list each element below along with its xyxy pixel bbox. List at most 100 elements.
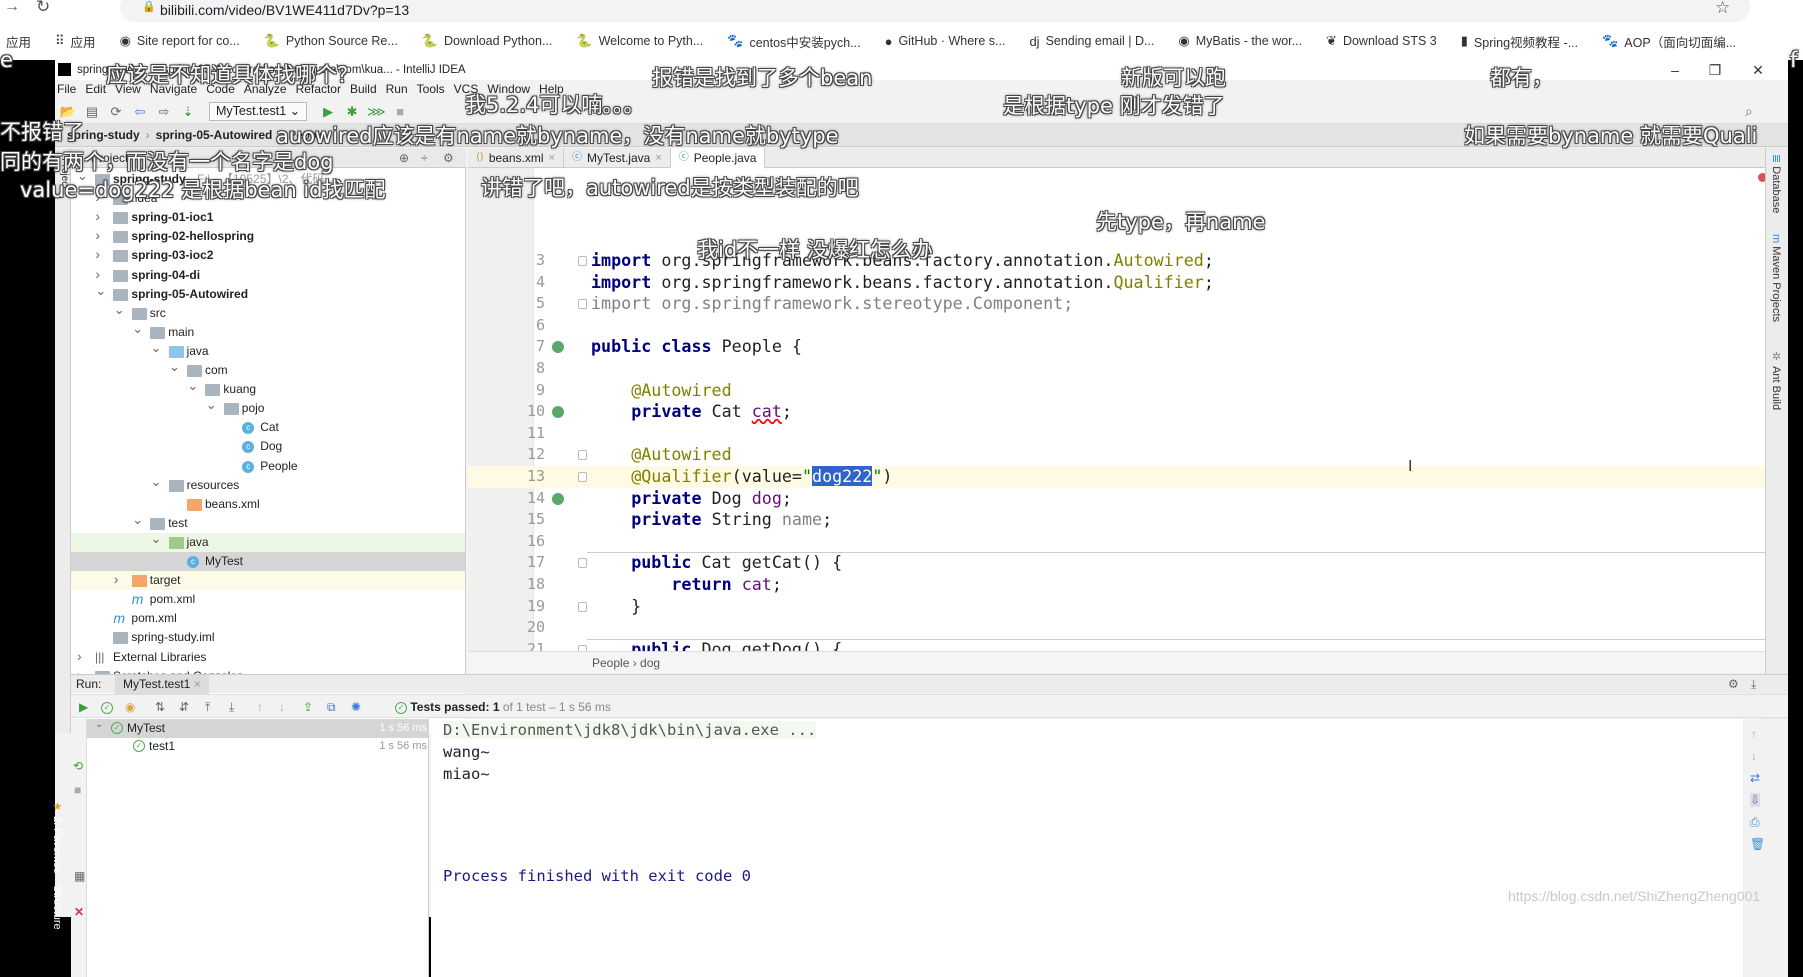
layout-icon[interactable]: ▦: [74, 869, 85, 883]
menu-edit[interactable]: Edit: [85, 80, 106, 99]
tree-item[interactable]: › spring-02-hellospring: [71, 226, 465, 246]
fold-marker-icon[interactable]: [578, 256, 587, 266]
chevron-down-icon[interactable]: ⌄: [132, 510, 143, 529]
chevron-down-icon[interactable]: ⌄: [132, 319, 143, 338]
chevron-right-icon[interactable]: ›: [95, 245, 105, 264]
tab-mytest-java[interactable]: ⓒ MyTest.java ×: [564, 148, 671, 168]
close-tab-icon[interactable]: ×: [655, 148, 661, 168]
tree-item[interactable]: ⌄ java: [71, 531, 465, 552]
settings-icon[interactable]: ⚙: [1728, 675, 1739, 694]
bookmark[interactable]: 🐍 Download Python...: [412, 33, 567, 49]
bookmark[interactable]: 🐍 Welcome to Pyth...: [566, 33, 717, 49]
expand-all-icon[interactable]: ⤒: [205, 695, 210, 719]
bookmark[interactable]: ⠿ 应用: [45, 32, 110, 51]
toggle-auto-test-icon[interactable]: ⟲: [73, 759, 83, 773]
next-icon[interactable]: ↓: [279, 695, 285, 719]
chevron-right-icon[interactable]: ›: [114, 570, 124, 589]
star-icon[interactable]: ☆: [1715, 0, 1730, 18]
minimize-icon[interactable]: –: [1655, 60, 1695, 80]
scroll-to-end-icon[interactable]: ⇩: [1750, 793, 1761, 807]
favorites-tool[interactable]: ★ 2: Favorites: [51, 800, 64, 874]
search-icon[interactable]: ⌕: [1745, 103, 1753, 120]
bookmark[interactable]: ▮ Spring视频教程 -...: [1451, 32, 1592, 51]
tree-item[interactable]: › ||| External Libraries: [71, 648, 465, 667]
autowired-icon[interactable]: [552, 406, 564, 419]
tree-item[interactable]: c People: [71, 457, 465, 476]
menu-file[interactable]: File: [57, 80, 76, 99]
tree-item[interactable]: › spring-01-ioc1: [71, 207, 465, 227]
chevron-down-icon[interactable]: ⌄: [95, 715, 105, 734]
test-node[interactable]: ⌄ ✓ MyTest 1 s 56 ms: [87, 719, 429, 738]
tree-item[interactable]: ⌄ java: [71, 340, 465, 361]
error-indicator-icon[interactable]: [1758, 173, 1765, 182]
menu-run[interactable]: Run: [386, 80, 408, 99]
run-icon[interactable]: ▶: [319, 104, 337, 120]
sort-duration-icon[interactable]: ⇵: [179, 695, 189, 719]
print-icon[interactable]: ⎙: [1750, 815, 1760, 830]
bookmark[interactable]: ● GitHub · Where s...: [875, 34, 1020, 49]
fold-marker-icon[interactable]: [578, 558, 587, 569]
sort-alpha-icon[interactable]: ⇅: [155, 695, 165, 719]
chevron-down-icon[interactable]: ⌄: [169, 357, 180, 376]
bookmark[interactable]: dj Sending email | D...: [1019, 34, 1168, 49]
tab-people-java[interactable]: ⓒ People.java: [670, 148, 766, 168]
test-node[interactable]: ✓ test1 1 s 56 ms: [87, 737, 429, 756]
chevron-down-icon[interactable]: ⌄: [151, 529, 162, 548]
prev-icon[interactable]: ↑: [257, 695, 263, 719]
chevron-down-icon[interactable]: ⌄: [187, 376, 198, 395]
tree-item[interactable]: › spring-03-ioc2: [71, 245, 465, 265]
collapse-all-icon[interactable]: ⤓: [229, 695, 234, 719]
breadcrumb-class[interactable]: People: [592, 656, 629, 670]
close-tab-icon[interactable]: ×: [549, 148, 555, 168]
breadcrumb-field[interactable]: dog: [640, 656, 660, 670]
tree-item[interactable]: ⌄ pojo: [71, 397, 465, 418]
tree-item[interactable]: beans.xml: [71, 495, 465, 514]
bookmark[interactable]: ❦ Download STS 3: [1316, 33, 1451, 49]
tree-item[interactable]: ⌄ src: [71, 302, 465, 323]
reload-icon[interactable]: ↻: [36, 0, 50, 17]
locate-icon[interactable]: ⊕: [399, 148, 409, 168]
bookmark[interactable]: ◉ Site report for co...: [110, 33, 254, 49]
soft-wrap-icon[interactable]: ⇄: [1750, 771, 1760, 785]
tree-item[interactable]: m pom.xml: [71, 609, 465, 628]
tree-item[interactable]: › target: [71, 570, 465, 591]
code-editor[interactable]: 3 import org.springframework.beans.factor…: [468, 168, 1765, 651]
close-tab-icon[interactable]: ×: [194, 677, 201, 691]
close-icon[interactable]: ✕: [1738, 60, 1778, 80]
bookmark[interactable]: 🐾 AOP（面向切面编...: [1592, 32, 1750, 51]
chevron-down-icon[interactable]: ⌄: [151, 338, 162, 357]
tree-item[interactable]: c Cat: [71, 418, 465, 437]
history-icon[interactable]: ⧉: [327, 695, 336, 719]
fold-marker-icon[interactable]: [578, 299, 587, 310]
tree-item[interactable]: ⌄ resources: [71, 474, 465, 495]
fold-marker-icon[interactable]: [578, 472, 587, 482]
bookmark[interactable]: 🐾 centos中安装pych...: [717, 32, 874, 51]
sync-icon[interactable]: ⟳: [107, 104, 125, 120]
restore-icon[interactable]: ❐: [1695, 60, 1735, 80]
run-console[interactable]: D:\Environment\jdk8\jdk\bin\java.exe ...…: [431, 719, 1743, 977]
gear-icon[interactable]: ⚙: [443, 148, 454, 168]
chevron-down-icon[interactable]: ⌄: [206, 395, 217, 414]
chevron-right-icon[interactable]: ›: [95, 207, 105, 226]
bookmark[interactable]: ◉ MyBatis - the wor...: [1168, 33, 1316, 49]
tree-item[interactable]: ⌄ spring-05-Autowired: [71, 283, 465, 304]
tree-item[interactable]: ⌄ kuang: [71, 378, 465, 399]
tool-maven[interactable]: m Maven Projects: [1770, 234, 1782, 322]
tree-item[interactable]: ⌄ com: [71, 359, 465, 380]
tree-item[interactable]: › spring-04-di: [71, 266, 465, 285]
scroll-down-icon[interactable]: ↓: [1751, 749, 1757, 763]
bookmark[interactable]: 🐍 Python Source Re...: [254, 33, 412, 49]
url-text[interactable]: bilibili.com/video/BV1WE411d7Dv?p=13: [160, 0, 409, 20]
tab-beans-xml[interactable]: ⟨⟩ beans.xml ×: [468, 148, 564, 168]
forward-nav-icon[interactable]: ⇨: [155, 104, 173, 120]
chevron-down-icon[interactable]: ⌄: [95, 281, 106, 300]
debug-icon[interactable]: ✱: [343, 104, 361, 120]
rerun-icon[interactable]: ▶: [79, 695, 88, 719]
back-icon[interactable]: ⇦: [131, 104, 149, 120]
hide-panel-icon[interactable]: ⤓: [1751, 675, 1756, 694]
save-icon[interactable]: ▤: [83, 104, 101, 120]
chevron-down-icon[interactable]: ⌄: [114, 300, 125, 319]
chevron-right-icon[interactable]: ›: [95, 226, 105, 245]
collapse-icon[interactable]: ÷: [421, 148, 428, 168]
coverage-icon[interactable]: ⋙: [367, 104, 386, 120]
